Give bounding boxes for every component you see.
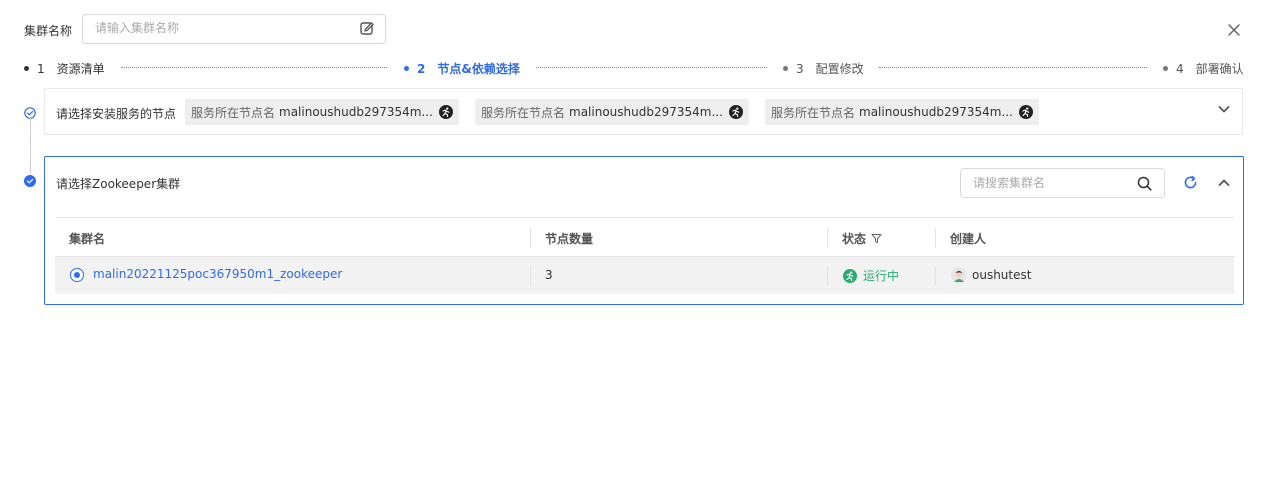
check-circle-icon <box>24 175 36 187</box>
avatar <box>951 267 967 283</box>
step-dot <box>1163 66 1168 71</box>
node-tag-value: malinoushudb297354m... <box>569 105 723 119</box>
edit-icon[interactable] <box>359 21 375 37</box>
cell-node-count: 3 <box>545 268 553 282</box>
column-header-node-count: 节点数量 <box>545 232 594 246</box>
column-divider <box>530 266 531 286</box>
step-number: 1 <box>37 61 45 76</box>
column-divider <box>530 228 531 248</box>
step-number: 3 <box>796 61 804 76</box>
node-tag-value: malinoushudb297354m... <box>279 105 433 119</box>
chevron-up-icon[interactable] <box>1217 176 1231 190</box>
step-connector <box>536 67 767 68</box>
timeline-connector <box>30 118 31 174</box>
step-dot <box>783 66 788 71</box>
column-divider <box>827 228 828 248</box>
node-tag[interactable]: 服务所在节点名 malinoushudb297354m... <box>475 99 749 125</box>
step-label: 节点&依赖选择 <box>437 62 520 76</box>
step-resource-list[interactable]: 1 资源清单 <box>24 60 105 77</box>
step-number: 4 <box>1176 61 1184 76</box>
column-divider <box>935 228 936 248</box>
cell-status: 运行中 <box>843 267 899 284</box>
step-connector <box>121 67 387 68</box>
node-tag-value: malinoushudb297354m... <box>859 105 1013 119</box>
cluster-name-field[interactable] <box>82 14 386 44</box>
step-connector <box>879 67 1147 68</box>
running-icon <box>1018 105 1033 119</box>
cluster-search-box[interactable] <box>960 168 1165 198</box>
cluster-radio-selected[interactable] <box>70 268 84 282</box>
node-tag-key: 服务所在节点名 <box>191 105 276 120</box>
column-header-status: 状态 <box>842 230 882 247</box>
zookeeper-selection-card: 请选择Zookeeper集群 集群名 节点数量 状态 创建人 malin2022… <box>44 156 1244 305</box>
step-number: 2 <box>417 61 426 76</box>
search-icon[interactable] <box>1137 176 1152 191</box>
cluster-name-link[interactable]: malin20221125poc367950m1_zookeeper <box>93 267 342 281</box>
creator-name: oushutest <box>972 268 1032 282</box>
node-tag[interactable]: 服务所在节点名 malinoushudb297354m... <box>185 99 459 125</box>
running-icon <box>728 105 743 119</box>
step-label: 资源清单 <box>56 62 105 76</box>
node-tag-key: 服务所在节点名 <box>771 105 856 120</box>
cell-creator: oushutest <box>951 267 1031 283</box>
step-dot <box>24 66 29 71</box>
running-icon <box>843 268 857 283</box>
cluster-table-header: 集群名 节点数量 状态 创建人 <box>55 217 1234 257</box>
step-node-dependency[interactable]: 2 节点&依赖选择 <box>404 60 520 77</box>
node-selection-title: 请选择安装服务的节点 <box>56 107 177 121</box>
node-selection-card: 请选择安装服务的节点 服务所在节点名 malinoushudb297354m..… <box>44 88 1243 135</box>
refresh-icon[interactable] <box>1183 175 1198 190</box>
step-deploy-confirm[interactable]: 4 部署确认 <box>1163 60 1244 77</box>
cluster-name-input[interactable] <box>95 21 345 35</box>
step-label: 部署确认 <box>1195 62 1244 76</box>
column-header-status-label: 状态 <box>842 232 867 246</box>
zookeeper-selection-title: 请选择Zookeeper集群 <box>56 177 181 191</box>
node-tag[interactable]: 服务所在节点名 malinoushudb297354m... <box>765 99 1039 125</box>
column-header-cluster-name: 集群名 <box>69 232 106 246</box>
column-header-creator: 创建人 <box>950 232 987 246</box>
close-icon[interactable] <box>1226 22 1242 38</box>
column-divider <box>827 266 828 286</box>
filter-icon[interactable] <box>871 233 882 244</box>
cluster-name-label: 集群名称 <box>24 24 73 38</box>
column-divider <box>935 266 936 286</box>
status-text: 运行中 <box>863 269 900 283</box>
table-row[interactable]: malin20221125poc367950m1_zookeeper 3 运行中… <box>55 257 1234 294</box>
cluster-search-input[interactable] <box>973 176 1133 190</box>
cluster-name-text[interactable]: malin20221125poc367950m1_zookeeper <box>93 267 342 281</box>
step-label: 配置修改 <box>815 62 864 76</box>
node-tag-key: 服务所在节点名 <box>481 105 566 120</box>
step-config-modify[interactable]: 3 配置修改 <box>783 60 864 77</box>
step-dot <box>404 66 409 71</box>
chevron-down-icon[interactable] <box>1217 102 1231 116</box>
running-icon <box>438 105 453 119</box>
